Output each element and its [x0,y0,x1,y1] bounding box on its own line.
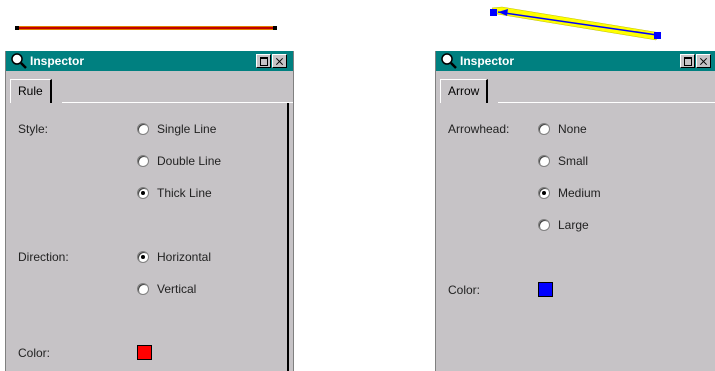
arrow-panel: Arrowhead: None Small Medium Large Color… [436,103,715,371]
radio-medium[interactable]: Medium [538,186,601,200]
rule-line[interactable] [15,26,277,30]
radio-horizontal[interactable]: Horizontal [137,250,211,264]
arrow-shape[interactable] [490,6,662,41]
window-title: Inspector [460,54,515,68]
magnifier-icon [441,53,457,69]
arrow-handle-end[interactable] [654,32,661,39]
rule-handle-left[interactable] [15,26,19,30]
maximize-icon[interactable] [256,54,271,68]
magnifier-icon [11,53,27,69]
color-label: Color: [448,283,481,297]
radio-vertical[interactable]: Vertical [137,282,196,296]
rule-panel: Style: Single Line Double Line Thick Lin… [6,103,289,371]
tab-arrow[interactable]: Arrow [440,79,489,103]
arrowhead-label: Arrowhead: [448,122,510,136]
rule-inspector-window: Inspector Rule Style: Single Line Double… [5,51,294,371]
radio-single-line[interactable]: Single Line [137,122,216,136]
color-label: Color: [18,346,51,360]
title-bar[interactable]: Inspector [6,51,293,71]
close-icon[interactable] [272,54,287,68]
radio-none[interactable]: None [538,122,587,136]
tab-strip: Arrow [436,71,715,103]
color-swatch[interactable] [538,282,553,297]
rule-handle-right[interactable] [273,26,277,30]
demo-canvas [15,6,662,41]
radio-small[interactable]: Small [538,154,588,168]
style-label: Style: [18,122,49,136]
radio-thick-line[interactable]: Thick Line [137,186,212,200]
direction-label: Direction: [18,250,69,264]
arrow-inspector-window: Inspector Arrow Arrowhead: None Small Me… [435,51,715,371]
tab-strip: Rule [6,71,293,103]
window-title: Inspector [30,54,85,68]
color-swatch[interactable] [137,345,152,360]
close-icon[interactable] [696,54,711,68]
tab-rule[interactable]: Rule [10,79,52,103]
title-bar[interactable]: Inspector [436,51,715,71]
arrow-handle-start[interactable] [490,9,497,16]
radio-large[interactable]: Large [538,218,589,232]
maximize-icon[interactable] [680,54,695,68]
radio-double-line[interactable]: Double Line [137,154,221,168]
